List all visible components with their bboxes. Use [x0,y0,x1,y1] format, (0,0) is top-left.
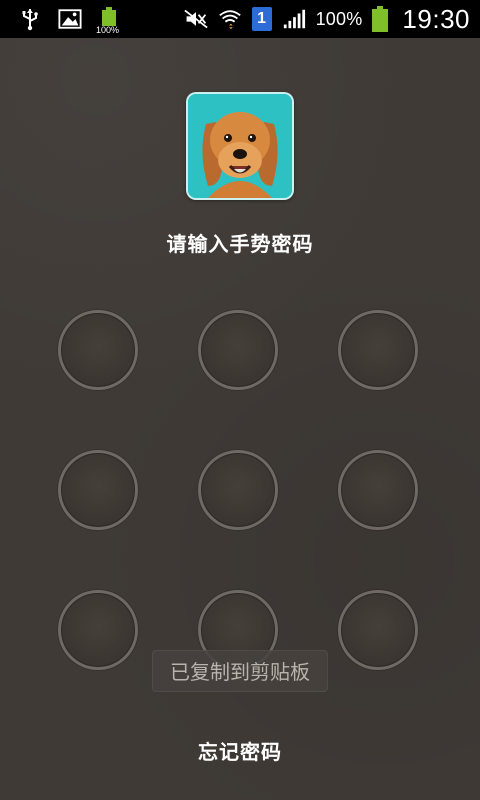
pattern-dot-3[interactable] [338,310,418,390]
sim-slot-badge: 1 [251,7,272,31]
gesture-prompt: 请输入手势密码 [166,232,314,256]
pattern-dot-9[interactable] [338,590,418,670]
wifi-icon [218,7,242,31]
status-right-icons: 1 100% 19:30 [183,0,470,38]
pattern-grid[interactable] [58,310,422,674]
pattern-dot-2[interactable] [198,310,278,390]
pattern-dot-7[interactable] [58,590,138,670]
battery-percent: 100% [315,8,363,29]
lock-screen: 100% 1 100% 19:30 请输入手势密码 已复制到剪贴板 忘记密码 [0,0,480,800]
pattern-dot-5[interactable] [198,450,278,530]
copied-toast: 已复制到剪贴板 [152,650,328,692]
usb-icon [18,7,42,31]
pattern-dot-1[interactable] [58,310,138,390]
mute-icon [183,7,208,31]
battery-small-label: 100% [96,25,120,35]
status-left-icons: 100% [18,0,122,38]
battery-small-icon: 100% [96,4,122,35]
image-icon [58,7,82,31]
forgot-password-link[interactable]: 忘记密码 [0,736,480,765]
pattern-dot-4[interactable] [58,450,138,530]
battery-icon [372,6,389,32]
clock-time: 19:30 [402,3,470,34]
avatar [186,92,294,200]
pattern-dot-6[interactable] [338,450,418,530]
status-bar: 100% 1 100% 19:30 [0,0,480,38]
dog-avatar-icon [188,94,292,198]
signal-icon [282,7,306,31]
